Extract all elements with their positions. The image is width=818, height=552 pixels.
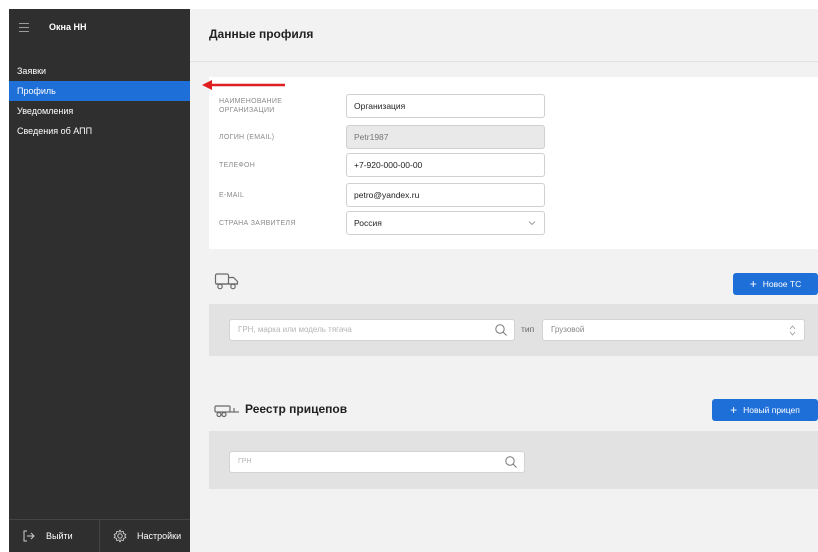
trailer-registry-title: Реестр прицепов bbox=[245, 402, 348, 416]
country-row: СТРАНА ЗАЯВИТЕЛЯ Россия bbox=[209, 211, 818, 235]
login-label: ЛОГИН (EMAIL) bbox=[219, 134, 275, 141]
chevron-updown-icon bbox=[789, 325, 796, 336]
sidebar-item-requests[interactable]: Заявки bbox=[9, 61, 190, 81]
menu-icon[interactable] bbox=[19, 23, 29, 32]
org-row: НАИМЕНОВАНИЕ ОРГАНИЗАЦИИ Организация bbox=[209, 94, 818, 118]
add-trailer-label: Новый прицеп bbox=[743, 405, 800, 415]
add-vehicle-label: Новое ТС bbox=[762, 279, 802, 289]
vehicle-type-value: Грузовой bbox=[551, 325, 585, 334]
vehicle-type-label: тип bbox=[521, 324, 535, 334]
phone-field[interactable]: +7-920-000-00-00 bbox=[346, 153, 545, 177]
sidebar: Окна НН Заявки Профиль Уведомления Сведе… bbox=[9, 9, 190, 552]
sidebar-header: Окна НН bbox=[9, 9, 190, 47]
sidebar-item-notifications[interactable]: Уведомления bbox=[9, 101, 190, 121]
login-field: Petr1987 bbox=[346, 125, 545, 149]
trailer-icon bbox=[214, 405, 239, 418]
phone-label: ТЕЛЕФОН bbox=[219, 162, 256, 169]
sidebar-item-app-info[interactable]: Сведения об АПП bbox=[9, 121, 190, 141]
settings-label: Настройки bbox=[137, 531, 182, 541]
sidebar-footer: Выйти Настройки bbox=[9, 519, 190, 552]
country-label: СТРАНА ЗАЯВИТЕЛЯ bbox=[219, 220, 296, 227]
page-title: Данные профиля bbox=[209, 27, 314, 41]
trailer-search-input[interactable]: ГРН bbox=[229, 451, 525, 473]
login-row: ЛОГИН (EMAIL) Petr1987 bbox=[209, 125, 818, 149]
chevron-down-icon bbox=[528, 221, 536, 226]
trailer-search-placeholder: ГРН bbox=[238, 458, 252, 465]
search-icon[interactable] bbox=[494, 323, 508, 337]
logout-button[interactable]: Выйти bbox=[9, 520, 100, 552]
email-field[interactable]: petro@yandex.ru bbox=[346, 183, 545, 207]
vehicle-filter-bar: ГРН, марка или модель тягача тип Грузово… bbox=[209, 304, 818, 356]
search-icon[interactable] bbox=[504, 455, 518, 469]
window-top-margin bbox=[0, 0, 818, 9]
logout-icon bbox=[23, 530, 35, 542]
profile-form: НАИМЕНОВАНИЕ ОРГАНИЗАЦИИ Организация ЛОГ… bbox=[209, 77, 818, 249]
logout-label: Выйти bbox=[46, 531, 73, 541]
add-vehicle-button[interactable]: + Новое ТС bbox=[733, 273, 818, 295]
vehicle-search-input[interactable]: ГРН, марка или модель тягача bbox=[229, 319, 515, 341]
country-select[interactable]: Россия bbox=[346, 211, 545, 235]
settings-button[interactable]: Настройки bbox=[100, 520, 181, 552]
gear-icon bbox=[113, 529, 127, 543]
vehicle-search-placeholder: ГРН, марка или модель тягача bbox=[238, 325, 352, 334]
org-label: НАИМЕНОВАНИЕ ОРГАНИЗАЦИИ bbox=[219, 98, 283, 114]
phone-row: ТЕЛЕФОН +7-920-000-00-00 bbox=[209, 153, 818, 177]
org-field[interactable]: Организация bbox=[346, 94, 545, 118]
vehicle-type-select[interactable]: Грузовой bbox=[542, 319, 805, 341]
email-row: E-MAIL petro@yandex.ru bbox=[209, 183, 818, 207]
window-left-margin bbox=[0, 0, 9, 552]
trailer-filter-bar: ГРН bbox=[209, 431, 818, 489]
add-trailer-button[interactable]: + Новый прицеп bbox=[712, 399, 818, 421]
page-header: Данные профиля bbox=[190, 9, 818, 62]
plus-icon: + bbox=[749, 277, 757, 291]
country-value: Россия bbox=[354, 218, 382, 228]
sidebar-nav: Заявки Профиль Уведомления Сведения об А… bbox=[9, 61, 190, 141]
annotation-arrow bbox=[202, 80, 285, 90]
plus-icon: + bbox=[730, 403, 738, 417]
app-title: Окна НН bbox=[49, 22, 87, 32]
sidebar-item-profile[interactable]: Профиль bbox=[9, 81, 190, 101]
email-label: E-MAIL bbox=[219, 192, 245, 199]
truck-icon bbox=[214, 273, 239, 290]
